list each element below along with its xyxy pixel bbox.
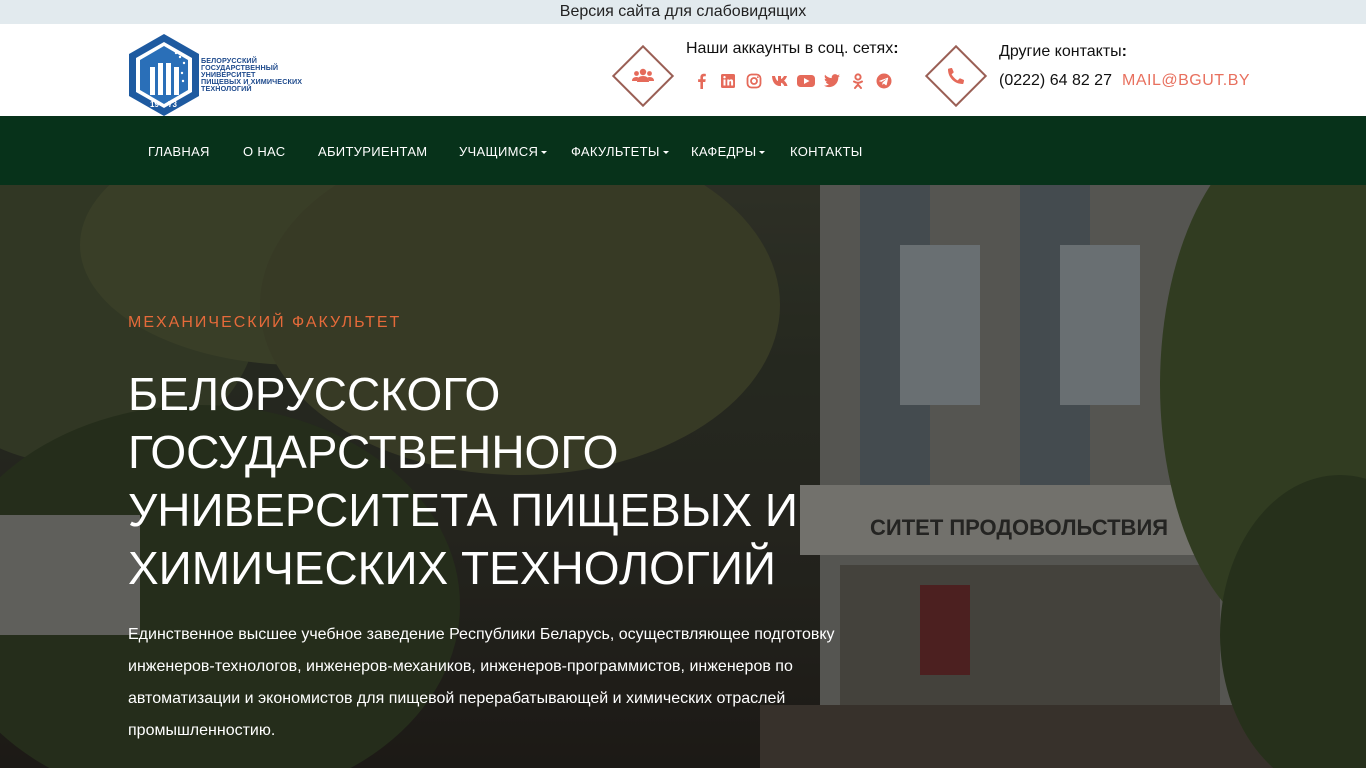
youtube-icon[interactable] — [793, 71, 819, 91]
nav-item-about[interactable]: О НАС — [243, 116, 285, 185]
logo-year-left: 19 — [150, 100, 159, 109]
logo-year-right: 73 — [168, 100, 177, 109]
linkedin-icon[interactable] — [715, 71, 741, 91]
site-header: БЕЛОРУССКИЙ ГОСУДАРСТВЕННЫЙ УНИВЕРСИТЕТ … — [0, 24, 1366, 116]
nav-item-applicants[interactable]: АБИТУРИЕНТАМ — [318, 116, 427, 185]
nav-item-label: ФАКУЛЬТЕТЫ — [571, 144, 660, 159]
dropdown-caret-icon — [759, 151, 766, 155]
vk-icon[interactable] — [767, 71, 793, 91]
facebook-icon[interactable] — [689, 71, 715, 91]
nav-item-departments[interactable]: КАФЕДРЫ — [691, 116, 766, 185]
main-navigation: ГЛАВНАЯ О НАС АБИТУРИЕНТАМ УЧАЩИМСЯ ФАКУ… — [0, 116, 1366, 185]
twitter-icon[interactable] — [819, 71, 845, 91]
nav-item-contacts[interactable]: КОНТАКТЫ — [790, 116, 863, 185]
nav-item-faculties[interactable]: ФАКУЛЬТЕТЫ — [571, 116, 669, 185]
hero-headline: БЕЛОРУССКОГО ГОСУДАРСТВЕННОГО УНИВЕРСИТЕ… — [128, 368, 798, 594]
logo-text: БЕЛОРУССКИЙ ГОСУДАРСТВЕННЫЙ УНИВЕРСИТЕТ … — [201, 57, 302, 92]
hero-kicker: МЕХАНИЧЕСКИЙ ФАКУЛЬТЕТ — [128, 314, 402, 331]
email-link[interactable]: MAIL@BGUT.BY — [1122, 72, 1250, 90]
nav-item-label: АБИТУРИЕНТАМ — [318, 144, 428, 159]
nav-item-label: КАФЕДРЫ — [691, 144, 757, 159]
phone-icon — [925, 45, 987, 107]
telegram-icon[interactable] — [871, 71, 897, 91]
users-icon — [612, 45, 674, 107]
nav-item-label: О НАС — [243, 144, 286, 159]
phone-number[interactable]: (0222) 64 82 27 — [999, 72, 1112, 90]
social-accounts-title-text: Наши аккаунты в соц. сетях — [686, 40, 894, 57]
nav-item-label: ГЛАВНАЯ — [148, 144, 210, 159]
contacts-title-text: Другие контакты — [999, 43, 1122, 60]
nav-item-label: УЧАЩИМСЯ — [459, 144, 539, 159]
instagram-icon[interactable] — [741, 71, 767, 91]
hero-banner: СИТЕТ ПРОДОВОЛЬСТВИЯ МЕХАНИЧЕСКИЙ ФАКУЛЬ… — [0, 185, 1366, 768]
nav-item-home[interactable]: ГЛАВНАЯ — [148, 116, 210, 185]
accessibility-version-link[interactable]: Версия сайта для слабовидящих — [0, 0, 1366, 24]
logo-line: ТЕХНОЛОГИЙ — [201, 84, 252, 93]
university-logo[interactable]: БЕЛОРУССКИЙ ГОСУДАРСТВЕННЫЙ УНИВЕРСИТЕТ … — [128, 33, 308, 117]
contacts-title-colon: : — [1121, 43, 1127, 60]
nav-item-students[interactable]: УЧАЩИМСЯ — [459, 116, 548, 185]
dropdown-caret-icon — [541, 151, 548, 155]
contacts-title: Другие контакты: — [999, 43, 1127, 61]
social-accounts-title: Наши аккаунты в соц. сетях: — [686, 40, 899, 58]
hero-description: Единственное высшее учебное заведение Ре… — [128, 626, 835, 739]
odnoklassniki-icon[interactable] — [845, 71, 871, 91]
dropdown-caret-icon — [662, 151, 669, 155]
social-accounts-title-colon: : — [893, 40, 899, 57]
social-icons-row — [689, 71, 897, 91]
nav-item-label: КОНТАКТЫ — [790, 144, 863, 159]
